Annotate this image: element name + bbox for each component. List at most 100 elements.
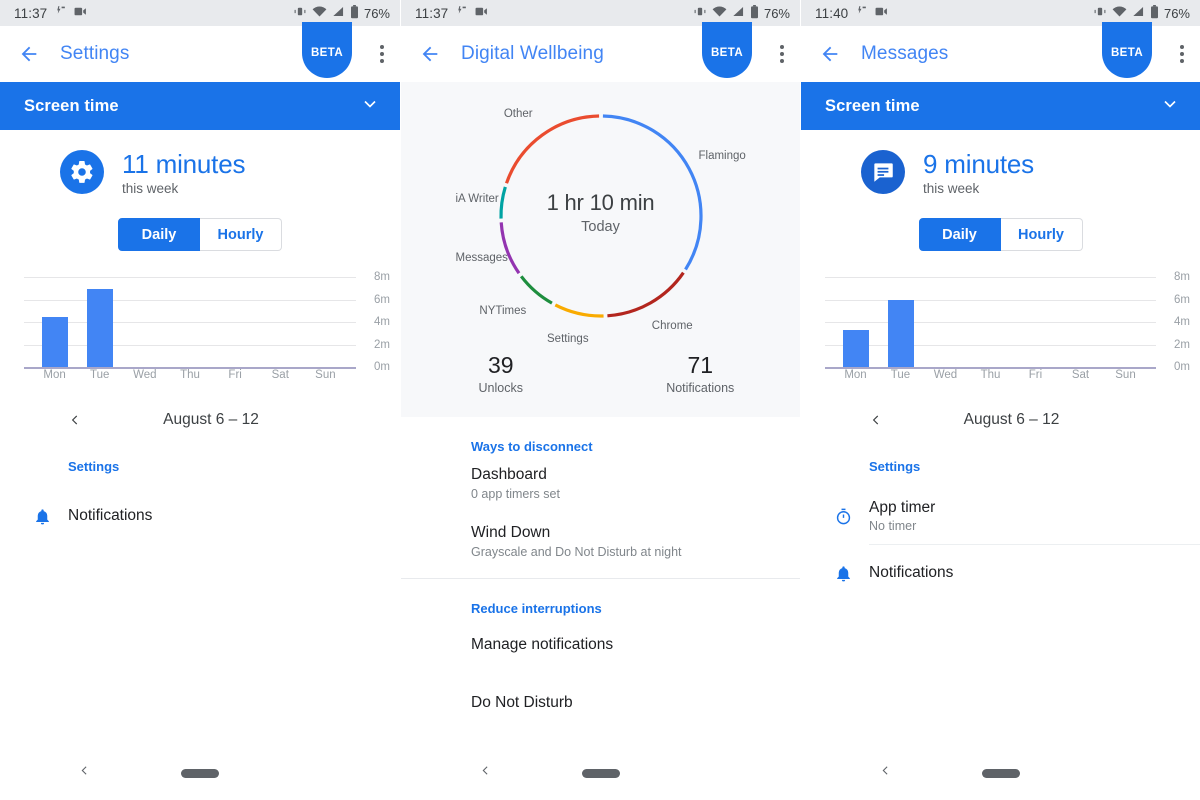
nav-back-icon[interactable] (479, 763, 492, 783)
list-item-notifications[interactable]: Notifications (801, 545, 1200, 601)
app-usage-donut-chart[interactable]: 1 hr 10 min Today Flamingo Chrome Settings… (456, 98, 746, 348)
chart-y-tick: 4m (374, 316, 390, 329)
chart-bar-cell[interactable] (32, 277, 77, 368)
chart-x-label: Tue (90, 369, 110, 382)
chart-y-tick: 4m (1174, 316, 1190, 329)
tab-daily[interactable]: Daily (118, 218, 200, 252)
status-bar-right: 76% (1093, 4, 1190, 22)
screen-record-icon (74, 6, 87, 20)
screen-time-value: 9 minutes (923, 149, 1034, 179)
tab-hourly[interactable]: Hourly (1000, 218, 1083, 252)
donut-segment-other[interactable] (504, 114, 599, 184)
overflow-menu-icon[interactable] (380, 45, 384, 63)
chevron-left-icon[interactable] (68, 412, 82, 428)
home-pill[interactable] (181, 768, 219, 778)
list-item-do-not-disturb[interactable]: Do Not Disturb (401, 674, 800, 732)
chevron-down-icon[interactable] (1160, 94, 1180, 119)
status-time: 11:40 (815, 5, 849, 21)
section-title-settings: Settings (68, 459, 120, 475)
chart-bar-cell[interactable] (1103, 277, 1148, 367)
chart-bar-cell[interactable] (303, 277, 348, 367)
nav-back-icon[interactable] (879, 763, 892, 783)
chart-x-label: Fri (228, 369, 242, 382)
bell-icon (24, 507, 60, 526)
back-arrow-icon[interactable] (815, 39, 845, 69)
donut-segment-nytimes[interactable] (519, 275, 553, 305)
list-item-title: Manage notifications (471, 636, 614, 653)
overflow-menu-icon[interactable] (780, 45, 784, 63)
chart-bar-cell[interactable] (213, 277, 258, 367)
screen-time-bar-chart: 8m 6m 4m 2m 0m Mon Tue Wed Thu Fri Sat Sun (825, 271, 1190, 383)
chart-x-label: Mon (43, 369, 66, 382)
system-nav-bar (801, 746, 1200, 800)
three-phone-screenshots: 11:37 76% Settings BETA Screen time 11 m… (0, 0, 1200, 800)
list-item-app-timer[interactable]: App timer No timer (801, 488, 1200, 544)
vibrate-icon (1093, 5, 1107, 21)
list-item-notifications[interactable]: Notifications (0, 488, 400, 544)
chart-bar-cell[interactable] (1058, 277, 1103, 367)
list-item-title: Dashboard (471, 465, 547, 483)
do-not-disturb-icon (855, 5, 868, 21)
status-time: 11:37 (415, 5, 449, 21)
back-arrow-icon[interactable] (415, 39, 445, 69)
chart-x-axis-labels: Mon Tue Wed Thu Fri Sat Sun (32, 369, 348, 381)
app-summary: 11 minutes this week (0, 130, 400, 196)
beta-badge: BETA (1102, 22, 1152, 78)
donut-label-messages: Messages (455, 251, 508, 264)
timer-icon (825, 507, 861, 526)
phone-screen-digital-wellbeing: 11:37 76% Digital Wellbeing BETA 1 hr 10… (400, 0, 800, 800)
donut-segment-chrome[interactable] (606, 271, 685, 318)
app-bar: Digital Wellbeing BETA (401, 22, 800, 82)
chart-bar-cell[interactable] (923, 277, 968, 367)
chart-x-label: Wed (133, 369, 157, 382)
chevron-left-icon[interactable] (869, 412, 883, 428)
back-arrow-icon[interactable] (14, 39, 44, 69)
app-bar: Messages BETA (801, 22, 1200, 82)
tab-hourly[interactable]: Hourly (200, 218, 282, 252)
list-item-manage-notifications[interactable]: Manage notifications (401, 616, 800, 674)
tab-daily[interactable]: Daily (918, 218, 1001, 252)
chart-bar[interactable] (41, 316, 68, 368)
chart-bar-cell[interactable] (167, 277, 212, 367)
chart-y-tick: 2m (1174, 338, 1190, 351)
screen-time-header[interactable]: Screen time (0, 82, 400, 130)
phone-screen-messages: 11:40 76% Messages BETA Screen time 9 mi… (800, 0, 1200, 800)
list-item-text: Notifications (869, 564, 953, 582)
unlocks-count: 39 (487, 352, 514, 378)
donut-segment-settings[interactable] (554, 303, 604, 318)
chart-bar-cell[interactable] (878, 277, 923, 368)
list-item-title: App timer (869, 499, 936, 517)
chart-bar[interactable] (842, 330, 869, 368)
overflow-menu-icon[interactable] (1180, 45, 1184, 63)
battery-percent: 76% (1163, 5, 1190, 21)
chart-bar-cell[interactable] (122, 277, 167, 367)
summary-text: 9 minutes this week (923, 150, 1034, 196)
chart-bar-cell[interactable] (833, 277, 878, 368)
home-pill[interactable] (981, 768, 1020, 778)
chevron-down-icon[interactable] (360, 94, 380, 119)
chart-bar[interactable] (887, 299, 914, 368)
chart-y-tick: 8m (1174, 271, 1190, 284)
home-pill[interactable] (581, 768, 620, 778)
signal-icon (1132, 5, 1145, 21)
beta-badge-label: BETA (310, 47, 344, 59)
list-item-text: Notifications (68, 507, 152, 525)
list-item-wind-down[interactable]: Wind Down Grayscale and Do Not Disturb a… (401, 512, 800, 570)
section-title-reduce-interruptions: Reduce interruptions (471, 601, 602, 616)
beta-badge: BETA (702, 22, 752, 78)
chart-bar-cell[interactable] (968, 277, 1013, 367)
chart-x-label: Sat (1071, 369, 1090, 382)
chart-bar-cell[interactable] (258, 277, 303, 367)
wifi-icon (312, 5, 327, 21)
stat-notifications: 71 Notifications (601, 352, 801, 395)
donut-label-settings: Settings (547, 332, 589, 345)
list-item-subtitle: 0 app timers set (471, 486, 560, 501)
chart-bar-cell[interactable] (77, 277, 122, 368)
nav-back-icon[interactable] (78, 763, 91, 783)
chart-bar-cell[interactable] (1013, 277, 1058, 367)
status-bar-left: 11:37 (415, 5, 488, 21)
list-item-title: Wind Down (471, 523, 551, 541)
list-item-dashboard[interactable]: Dashboard 0 app timers set (401, 454, 800, 512)
chart-bar[interactable] (86, 288, 113, 368)
screen-time-header[interactable]: Screen time (801, 82, 1200, 130)
